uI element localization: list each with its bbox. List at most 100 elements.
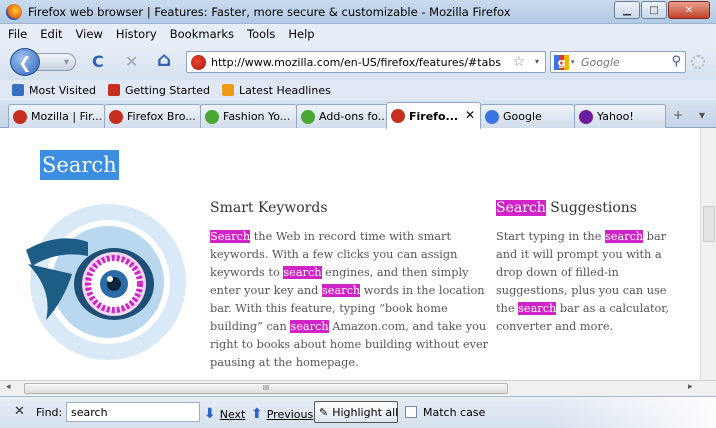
tab-label: Fashion Yo...: [223, 110, 291, 123]
bookmark-item[interactable]: Latest Headlines: [222, 84, 331, 97]
back-arrow-icon: ❮: [18, 52, 32, 72]
highlight-all-label: Highlight all: [332, 405, 399, 419]
tab[interactable]: Yahoo!: [574, 104, 666, 128]
window-controls: ▁ □ ✕: [614, 1, 710, 19]
close-tab-icon[interactable]: ✕: [465, 108, 475, 122]
search-suggestions-text: Start typing in the search bar and it wil…: [496, 228, 669, 336]
menu-edit[interactable]: Edit: [40, 27, 62, 41]
find-input[interactable]: [66, 402, 200, 422]
menu-bookmarks[interactable]: Bookmarks: [170, 27, 234, 41]
menu-tools[interactable]: Tools: [247, 27, 275, 41]
text-segment: drop down of filled-in: [496, 266, 619, 279]
tab-bar: + ▾ Mozilla | Fir... Firefox Bro... Fashio…: [0, 100, 716, 129]
navigation-toolbar: ▾ ❮ C ✕ ⌂ http://www.mozilla.com/en-US/f…: [0, 44, 716, 80]
text-line: enter your key and search words in the l…: [210, 282, 488, 300]
find-next-label: Next: [219, 407, 246, 421]
tab-favicon-icon: [301, 109, 315, 124]
search-bar[interactable]: g ▾ ⚲: [550, 51, 686, 73]
bookmarks-toolbar: Most Visited Getting Started Latest Headli…: [0, 80, 716, 100]
tab[interactable]: Mozilla | Fir...: [8, 104, 105, 128]
find-highlight: Search: [210, 230, 251, 243]
tab[interactable]: Fashion Yo...: [200, 104, 297, 128]
tab-favicon-icon: [579, 109, 593, 124]
tab-list-icon[interactable]: ▾: [692, 104, 712, 126]
tab[interactable]: Google: [480, 104, 575, 128]
bookmark-item[interactable]: Most Visited: [12, 84, 96, 97]
bookmark-item[interactable]: Getting Started: [107, 83, 210, 97]
url-dropdown-icon[interactable]: ▾: [535, 57, 539, 66]
match-case-checkbox[interactable]: [405, 406, 417, 418]
find-next-button[interactable]: ⬇ Next: [204, 406, 245, 422]
find-highlight: search: [321, 284, 361, 297]
tab[interactable]: Firefo... ✕: [386, 102, 481, 129]
search-suggestions-title: Search Suggestions: [496, 200, 637, 216]
reload-icon[interactable]: C: [92, 53, 104, 71]
url-bar[interactable]: http://www.mozilla.com/en-US/firefox/fea…: [186, 51, 546, 73]
text-segment: engines, and then simply: [321, 266, 469, 279]
bookmark-favicon-icon: [222, 84, 234, 96]
minimize-button[interactable]: ▁: [614, 1, 640, 19]
text-line: drop down of filled-in: [496, 264, 669, 282]
text-segment: Start typing in the: [496, 230, 605, 243]
scroll-right-icon[interactable]: ▸: [688, 382, 693, 392]
find-highlight: search: [283, 266, 322, 279]
bookmark-label: Most Visited: [29, 83, 96, 97]
tab-favicon-icon: [109, 109, 123, 124]
text-line: the search bar as a calculator,: [496, 300, 669, 318]
forward-button[interactable]: ▾: [34, 53, 76, 71]
back-forward-group: ▾ ❮: [10, 48, 82, 76]
tab-label: Yahoo!: [597, 110, 634, 123]
find-highlight: search: [290, 320, 329, 333]
menu-help[interactable]: Help: [288, 27, 314, 41]
google-engine-icon[interactable]: g: [554, 55, 569, 70]
page-content: Search Smart Keywords Search the Web in …: [0, 128, 700, 380]
find-previous-button[interactable]: ⬆ Previous: [251, 406, 313, 422]
title-bar: Firefox web browser | Features: Faster, …: [0, 0, 716, 24]
menu-history[interactable]: History: [116, 27, 157, 41]
tab[interactable]: Firefox Bro...: [104, 104, 201, 128]
tab-label: Mozilla | Fir...: [31, 110, 103, 123]
find-highlight: search: [604, 230, 644, 243]
text-line: building” can search Amazon.com, and tak…: [210, 318, 488, 336]
tab-label: Google: [503, 110, 542, 123]
back-button[interactable]: ❮: [10, 48, 40, 76]
menu-view[interactable]: View: [76, 27, 103, 41]
find-bar: ✕ Find: ⬇Next ⬆Previous ✎Highlight all M…: [0, 396, 716, 428]
tab[interactable]: Add-ons fo...: [296, 104, 389, 128]
bookmark-star-icon[interactable]: ☆: [512, 54, 525, 70]
dropdown-icon: ▾: [63, 56, 69, 68]
search-input[interactable]: [581, 55, 663, 69]
horizontal-scroll-thumb[interactable]: III: [24, 383, 508, 394]
highlight-all-button[interactable]: ✎ Highlight all: [314, 401, 398, 423]
maximize-button[interactable]: □: [641, 1, 667, 19]
vertical-scrollbar[interactable]: [700, 128, 716, 380]
tab-label: Add-ons fo...: [319, 110, 389, 123]
text-line: converter and more.: [496, 318, 669, 336]
engine-dropdown-icon[interactable]: ▾: [571, 58, 575, 66]
text-line: Start typing in the search bar: [496, 228, 669, 246]
url-text[interactable]: http://www.mozilla.com/en-US/firefox/fea…: [211, 56, 501, 69]
stop-icon[interactable]: ✕: [125, 53, 138, 71]
firefox-logo-icon: [6, 4, 22, 20]
close-window-button[interactable]: ✕: [668, 1, 710, 19]
site-favicon-icon: [191, 55, 206, 70]
text-line: keywords. With a few clicks you can assi…: [210, 246, 488, 264]
home-icon[interactable]: ⌂: [157, 49, 171, 69]
find-label: Find:: [36, 406, 63, 419]
text-line: pausing at the homepage.: [210, 354, 488, 372]
new-tab-icon[interactable]: +: [668, 104, 688, 126]
find-highlight: Search: [496, 200, 546, 216]
vertical-scroll-thumb[interactable]: [703, 206, 715, 242]
scroll-left-icon[interactable]: ◂: [6, 382, 11, 392]
text-segment: keywords. With a few clicks you can assi…: [210, 248, 458, 261]
text-line: keywords to search engines, and then sim…: [210, 264, 488, 282]
text-segment: bar. With this feature, typing “book hom…: [210, 302, 448, 315]
close-find-icon[interactable]: ✕: [14, 404, 25, 419]
search-magnifier-icon[interactable]: ⚲: [671, 54, 681, 69]
menu-file[interactable]: File: [8, 27, 27, 41]
horizontal-scrollbar[interactable]: ◂ III ▸: [0, 380, 716, 396]
bookmark-label: Getting Started: [124, 83, 210, 97]
text-segment: words in the location: [360, 284, 485, 297]
text-segment: pausing at the homepage.: [210, 356, 359, 369]
text-segment: suggestions, plus you can use: [496, 284, 667, 297]
